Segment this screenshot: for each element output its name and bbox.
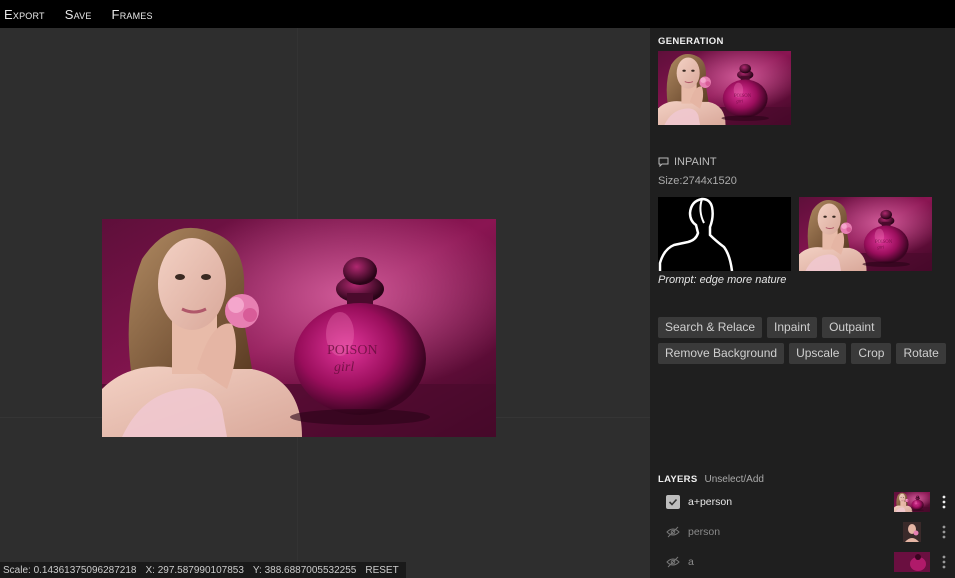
status-bar: Scale: 0.14361375096287218 X: 297.587990…	[0, 562, 406, 578]
layer-visible-checkbox[interactable]	[666, 495, 680, 509]
generation-thumbnail[interactable]	[658, 51, 791, 125]
crop-button[interactable]: Crop	[851, 343, 892, 364]
reset-button[interactable]: RESET	[365, 565, 398, 576]
layer-thumbnail	[894, 522, 930, 542]
layer-name: a+person	[688, 496, 733, 508]
menu-save[interactable]: Save	[65, 7, 92, 22]
scale-readout: Scale: 0.14361375096287218	[3, 564, 137, 576]
chat-bubble-icon	[658, 157, 669, 167]
layer-thumbnail	[894, 492, 930, 512]
inpaint-label: INPAINT	[674, 156, 717, 168]
layer-name: a	[688, 556, 694, 568]
remove-background-button[interactable]: Remove Background	[658, 343, 785, 364]
y-readout: Y: 388.6887005532255	[252, 564, 357, 576]
generation-title: GENERATION	[658, 36, 724, 47]
layer-menu-icon[interactable]	[938, 552, 950, 572]
upscale-button[interactable]: Upscale	[789, 343, 847, 364]
inpaint-result-thumbnail[interactable]	[799, 197, 932, 271]
layer-menu-icon[interactable]	[938, 522, 950, 542]
layer-menu-icon[interactable]	[938, 492, 950, 512]
canvas-image[interactable]	[102, 219, 496, 437]
inpaint-header: INPAINT	[658, 156, 717, 168]
check-icon	[668, 498, 678, 506]
menu-frames[interactable]: Frames	[112, 7, 153, 22]
eye-off-icon[interactable]	[666, 555, 680, 569]
layer-row[interactable]: person	[658, 520, 950, 544]
inpaint-button[interactable]: Inpaint	[767, 317, 818, 338]
unselect-add-link[interactable]: Unselect/Add	[704, 474, 763, 485]
layers-header: LAYERS Unselect/Add	[658, 474, 764, 485]
rotate-button[interactable]: Rotate	[896, 343, 946, 364]
search-relace-button[interactable]: Search & Relace	[658, 317, 763, 338]
mask-thumbnail[interactable]	[658, 197, 791, 271]
eye-off-icon[interactable]	[666, 525, 680, 539]
layers-title: LAYERS	[658, 474, 698, 485]
prompt-text: Prompt: edge more nature	[658, 274, 787, 286]
size-text: Size:2744x1520	[658, 175, 737, 187]
tool-row-1: Search & Relace Inpaint Outpaint	[658, 317, 886, 338]
layer-row[interactable]: a+person	[658, 490, 950, 514]
app-window: Export Save Frames Scale: 0.143613750962…	[0, 0, 955, 578]
layer-row[interactable]: a	[658, 550, 950, 574]
menu-export[interactable]: Export	[4, 7, 45, 22]
x-readout: X: 297.587990107853	[145, 564, 244, 576]
menu-bar: Export Save Frames	[0, 0, 955, 28]
editor-canvas[interactable]	[0, 28, 650, 578]
outpaint-button[interactable]: Outpaint	[822, 317, 882, 338]
tool-row-2: Remove Background Upscale Crop Rotate	[658, 343, 951, 364]
layer-name: person	[688, 526, 721, 538]
layer-thumbnail	[894, 552, 930, 572]
right-panel: GENERATION INPAINT Size:2744x1520 Prompt…	[650, 28, 955, 578]
